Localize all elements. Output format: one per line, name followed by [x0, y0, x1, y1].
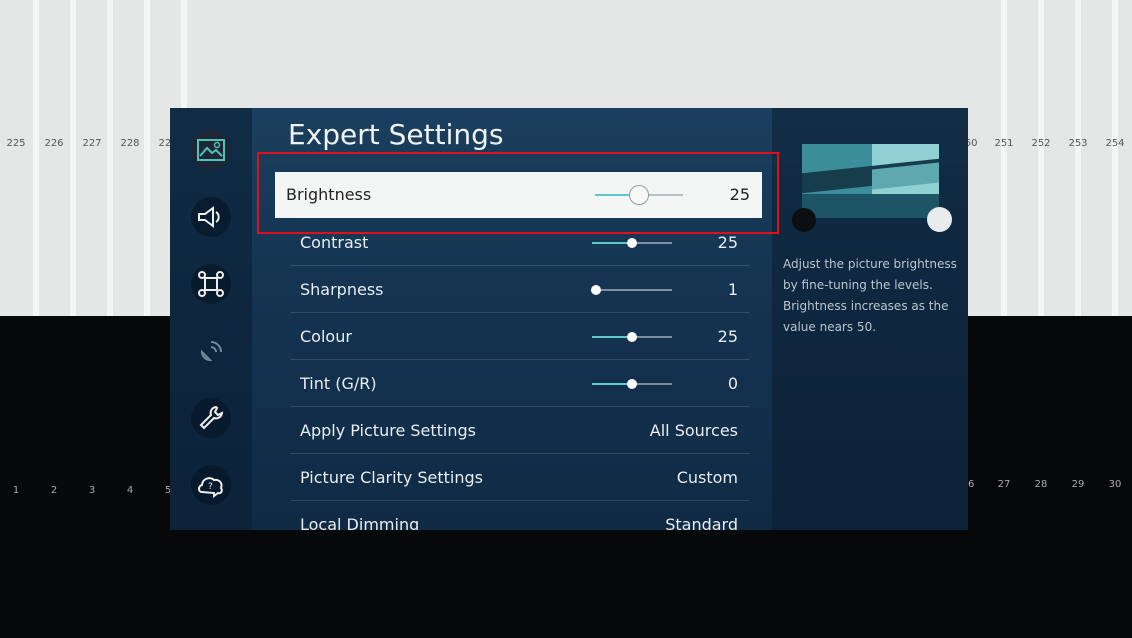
setting-value: 1: [727, 280, 738, 299]
pattern-stripe: [1038, 0, 1044, 316]
sound-icon[interactable]: [191, 197, 231, 237]
setting-value: All Sources: [649, 421, 738, 440]
pattern-stripe: [70, 0, 76, 316]
settings-row-tint-g-r[interactable]: Tint (G/R) 0: [290, 361, 750, 407]
pattern-label: 4: [126, 485, 134, 496]
slider-knob[interactable]: [591, 285, 601, 295]
setting-label: Sharpness: [300, 280, 384, 299]
pattern-label: 28: [1034, 479, 1048, 490]
pattern-label: 228: [120, 138, 140, 149]
wrench-icon[interactable]: [191, 398, 231, 438]
pattern-label: 226: [44, 138, 64, 149]
settings-row-apply-picture-settings[interactable]: Apply Picture Settings All Sources: [290, 408, 750, 454]
pattern-label: 3: [88, 485, 96, 496]
network-icon[interactable]: [191, 264, 231, 304]
highlight-box: [257, 152, 779, 234]
pattern-stripe: [1075, 0, 1081, 316]
setting-label: Local Dimming: [300, 515, 420, 530]
pattern-label: 251: [994, 138, 1014, 149]
setting-value: Custom: [676, 468, 738, 487]
support-icon[interactable]: ?: [191, 465, 231, 505]
pattern-stripe: [33, 0, 39, 316]
pattern-label: 30: [1108, 479, 1122, 490]
setting-slider[interactable]: [591, 285, 672, 295]
settings-row-local-dimming[interactable]: Local Dimming Standard: [290, 502, 750, 530]
setting-slider[interactable]: [592, 379, 672, 389]
setting-label: Contrast: [300, 233, 369, 252]
help-pane: Adjust the picture brightness by fine-tu…: [772, 108, 968, 530]
dark-end-icon: [792, 208, 816, 232]
setting-value: 0: [727, 374, 738, 393]
setting-label: Colour: [300, 327, 352, 346]
settings-row-sharpness[interactable]: Sharpness 1: [290, 267, 750, 313]
settings-row-colour[interactable]: Colour 25: [290, 314, 750, 360]
settings-row-picture-clarity-settings[interactable]: Picture Clarity Settings Custom: [290, 455, 750, 501]
slider-knob[interactable]: [627, 332, 637, 342]
setting-slider[interactable]: [592, 332, 672, 342]
slider-knob[interactable]: [627, 379, 637, 389]
slider-knob[interactable]: [627, 238, 637, 248]
setting-label: Apply Picture Settings: [300, 421, 476, 440]
broadcast-icon[interactable]: [191, 331, 231, 371]
setting-value: 25: [717, 233, 738, 252]
setting-slider[interactable]: [592, 238, 672, 248]
pattern-stripe: [144, 0, 150, 316]
picture-icon[interactable]: [191, 130, 231, 170]
pattern-label: 1: [12, 485, 20, 496]
pattern-label: 252: [1031, 138, 1051, 149]
pattern-label: 227: [82, 138, 102, 149]
help-text: Adjust the picture brightness by fine-tu…: [783, 257, 957, 334]
setting-value: Standard: [665, 515, 738, 530]
sidebar: ?: [170, 108, 252, 530]
pattern-label: 225: [6, 138, 26, 149]
pattern-label: 27: [997, 479, 1011, 490]
pattern-stripe: [1001, 0, 1007, 316]
page-title: Expert Settings: [288, 118, 504, 151]
setting-value: 25: [717, 327, 738, 346]
setting-label: Tint (G/R): [300, 374, 377, 393]
brightness-preview-image: [802, 144, 939, 218]
setting-label: Picture Clarity Settings: [300, 468, 484, 487]
pattern-label: 253: [1068, 138, 1088, 149]
pattern-stripe: [1112, 0, 1118, 316]
pattern-label: 2: [50, 485, 58, 496]
pattern-label: 29: [1071, 479, 1085, 490]
svg-text:?: ?: [208, 482, 213, 492]
pattern-stripe: [107, 0, 113, 316]
bright-end-icon: [927, 207, 952, 232]
pattern-label: 254: [1105, 138, 1125, 149]
